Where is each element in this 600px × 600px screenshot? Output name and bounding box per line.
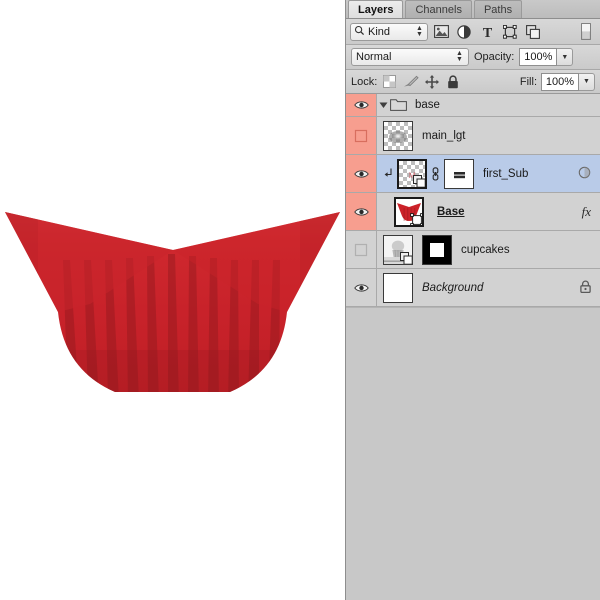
filter-kind-select[interactable]: Kind ▲▼ bbox=[350, 23, 428, 41]
layer-thumbnail-cupcakes[interactable] bbox=[383, 235, 413, 265]
chevron-updown-icon: ▲▼ bbox=[415, 25, 424, 39]
visibility-toggle-main-lgt[interactable] bbox=[346, 117, 377, 154]
blend-mode-select[interactable]: Normal ▲▼ bbox=[351, 48, 469, 66]
lock-transparent-pixels-icon[interactable] bbox=[381, 73, 398, 91]
layer-mask-thumbnail-first-sub[interactable] bbox=[444, 159, 474, 189]
lock-row: Lock: bbox=[346, 70, 600, 94]
lock-image-pixels-icon[interactable] bbox=[402, 73, 419, 91]
lock-position-icon[interactable] bbox=[423, 73, 440, 91]
search-icon bbox=[354, 25, 365, 39]
opacity-label: Opacity: bbox=[474, 51, 514, 63]
panel-tab-strip: Layers Channels Paths bbox=[346, 0, 600, 19]
layer-thumbnail-first-sub[interactable]: M bbox=[397, 159, 427, 189]
layer-row-cupcakes[interactable]: cupcakes bbox=[346, 231, 600, 269]
filter-shape-icon[interactable] bbox=[500, 22, 520, 42]
smart-filter-icon[interactable] bbox=[578, 166, 591, 182]
layer-list[interactable]: base bbox=[346, 94, 600, 600]
filter-toggle-icon[interactable] bbox=[576, 22, 596, 42]
tab-paths[interactable]: Paths bbox=[474, 0, 522, 18]
layer-name-background[interactable]: Background bbox=[413, 282, 580, 294]
layer-row-main-lgt[interactable]: main_lgt bbox=[346, 117, 600, 155]
folder-icon bbox=[389, 99, 408, 111]
smart-object-badge-icon bbox=[413, 175, 426, 188]
layer-name-first-sub[interactable]: first_Sub bbox=[474, 168, 578, 180]
blend-mode-value: Normal bbox=[356, 51, 455, 63]
eye-icon bbox=[354, 100, 369, 110]
fill-dropdown-arrow[interactable]: ▼ bbox=[579, 73, 595, 91]
eye-off-icon bbox=[354, 129, 368, 143]
layer-filter-row: Kind ▲▼ T bbox=[346, 19, 600, 45]
vector-mask-badge-icon bbox=[410, 213, 424, 227]
lock-label: Lock: bbox=[351, 76, 377, 88]
clipping-mask-arrow-icon bbox=[383, 168, 394, 179]
smart-object-badge-icon bbox=[400, 252, 413, 265]
eye-off-icon bbox=[354, 243, 368, 257]
layer-list-empty-area[interactable] bbox=[346, 307, 600, 308]
opacity-input[interactable]: 100% bbox=[519, 48, 557, 66]
fill-label-text: Fill: bbox=[520, 76, 537, 88]
filter-type-icon[interactable]: T bbox=[477, 22, 497, 42]
layer-row-first-sub[interactable]: M bbox=[346, 155, 600, 193]
layer-name-base-group[interactable]: base bbox=[408, 99, 600, 111]
photoshop-window: Layers Channels Paths Kind ▲▼ bbox=[0, 0, 600, 600]
layer-effects-fx-icon[interactable]: fx bbox=[582, 204, 591, 220]
chevron-updown-icon: ▲▼ bbox=[455, 50, 464, 64]
visibility-toggle-first-sub[interactable] bbox=[346, 155, 377, 192]
filter-pixel-icon[interactable] bbox=[431, 22, 451, 42]
layer-thumbnail-main-lgt[interactable] bbox=[383, 121, 413, 151]
lock-all-icon[interactable] bbox=[444, 73, 461, 91]
group-disclosure-triangle[interactable] bbox=[377, 101, 389, 109]
layer-name-cupcakes[interactable]: cupcakes bbox=[452, 244, 600, 256]
red-cupcake-wrapper-artwork bbox=[0, 200, 345, 400]
blend-mode-row: Normal ▲▼ Opacity: 100% ▼ bbox=[346, 45, 600, 70]
svg-text:T: T bbox=[482, 26, 492, 39]
filter-smart-object-icon[interactable] bbox=[523, 22, 543, 42]
eye-icon bbox=[354, 169, 369, 179]
eye-icon bbox=[354, 283, 369, 293]
visibility-toggle-base-group[interactable] bbox=[346, 94, 377, 116]
filter-adjustment-icon[interactable] bbox=[454, 22, 474, 42]
tab-channels[interactable]: Channels bbox=[405, 0, 471, 18]
filter-kind-label: Kind bbox=[368, 26, 412, 38]
layer-row-background[interactable]: Background bbox=[346, 269, 600, 307]
document-canvas[interactable] bbox=[0, 0, 345, 600]
layer-name-main-lgt[interactable]: main_lgt bbox=[413, 130, 600, 142]
visibility-toggle-background[interactable] bbox=[346, 269, 377, 306]
tab-layers[interactable]: Layers bbox=[348, 0, 403, 18]
layer-thumbnail-base[interactable] bbox=[394, 197, 424, 227]
layer-row-base-group[interactable]: base bbox=[346, 94, 600, 117]
layer-name-base[interactable]: Base bbox=[424, 206, 465, 218]
layer-mask-thumbnail-cupcakes[interactable] bbox=[422, 235, 452, 265]
layer-row-base[interactable]: Base fx bbox=[346, 193, 600, 231]
opacity-dropdown-arrow[interactable]: ▼ bbox=[557, 48, 573, 66]
fill-input[interactable]: 100% bbox=[541, 73, 579, 91]
visibility-toggle-base[interactable] bbox=[346, 193, 377, 230]
layer-thumbnail-background[interactable] bbox=[383, 273, 413, 303]
mask-link-icon[interactable] bbox=[430, 167, 441, 181]
eye-icon bbox=[354, 207, 369, 217]
layers-panel: Layers Channels Paths Kind ▲▼ bbox=[345, 0, 600, 600]
layer-locked-icon bbox=[580, 280, 591, 296]
visibility-toggle-cupcakes[interactable] bbox=[346, 231, 377, 268]
